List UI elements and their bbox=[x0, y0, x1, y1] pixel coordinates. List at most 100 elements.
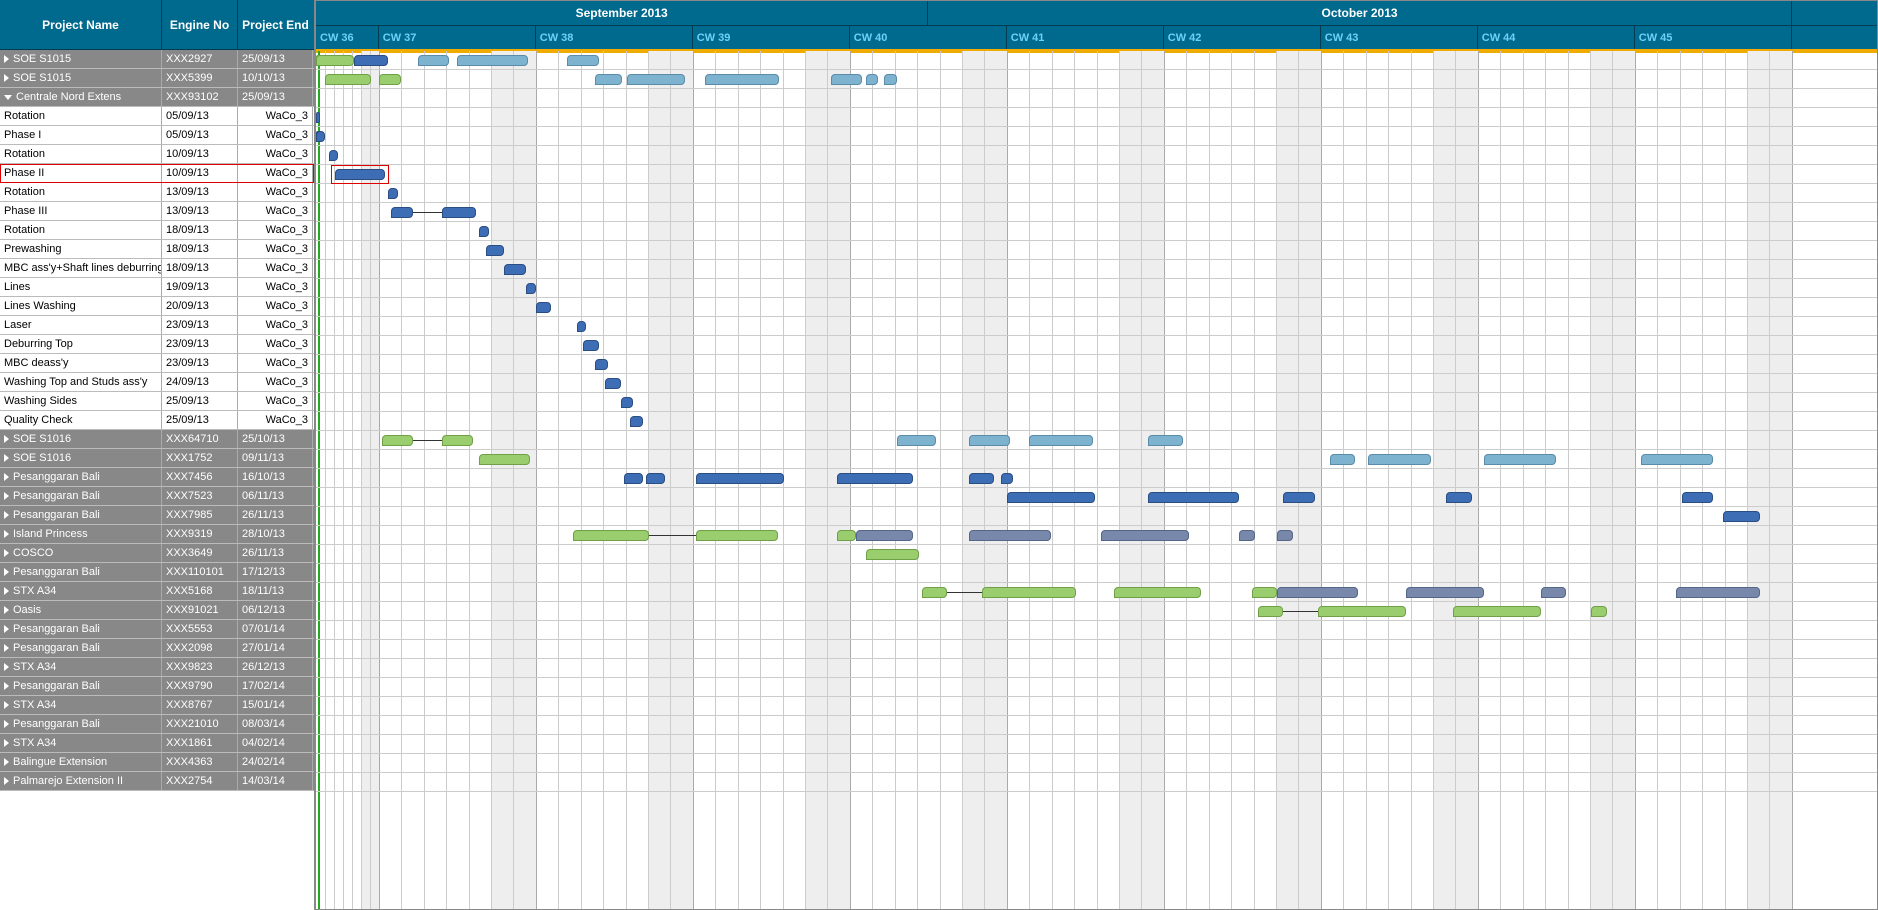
gantt-bar[interactable] bbox=[595, 74, 622, 85]
collapsed-icon[interactable] bbox=[4, 720, 9, 728]
gantt-bar[interactable] bbox=[897, 435, 936, 446]
project-row[interactable]: Palmarejo Extension IIXXX275414/03/14 bbox=[0, 772, 314, 791]
gantt-bar[interactable] bbox=[866, 549, 919, 560]
project-row[interactable]: SOE S1016XXX6471025/10/13 bbox=[0, 430, 314, 449]
project-row[interactable]: Island PrincessXXX931928/10/13 bbox=[0, 525, 314, 544]
gantt-bar[interactable] bbox=[621, 397, 634, 408]
project-row[interactable]: Pesanggaran BaliXXX11010117/12/13 bbox=[0, 563, 314, 582]
gantt-bar[interactable] bbox=[316, 55, 354, 66]
gantt-bar[interactable] bbox=[1258, 606, 1283, 617]
gantt-bar[interactable] bbox=[837, 473, 912, 484]
task-row[interactable]: Quality Check25/09/13WaCo_3 bbox=[0, 411, 314, 430]
project-row[interactable]: Pesanggaran BaliXXX752306/11/13 bbox=[0, 487, 314, 506]
gantt-bar[interactable] bbox=[831, 74, 862, 85]
gantt-bar[interactable] bbox=[316, 131, 325, 142]
collapsed-icon[interactable] bbox=[4, 568, 9, 576]
task-row[interactable]: Laser23/09/13WaCo_3 bbox=[0, 316, 314, 335]
gantt-bar[interactable] bbox=[1682, 492, 1713, 503]
gantt-bar[interactable] bbox=[1368, 454, 1431, 465]
task-row[interactable]: Deburring Top23/09/13WaCo_3 bbox=[0, 335, 314, 354]
gantt-bar[interactable] bbox=[969, 473, 994, 484]
gantt-bar[interactable] bbox=[969, 530, 1051, 541]
gantt-bar[interactable] bbox=[630, 416, 643, 427]
gantt-bar[interactable] bbox=[1446, 492, 1471, 503]
gantt-bar[interactable] bbox=[1239, 530, 1255, 541]
gantt-bar[interactable] bbox=[1114, 587, 1202, 598]
gantt-bar[interactable] bbox=[1453, 606, 1541, 617]
gantt-bar[interactable] bbox=[504, 264, 526, 275]
task-row[interactable]: Rotation10/09/13WaCo_3 bbox=[0, 145, 314, 164]
gantt-bar[interactable] bbox=[486, 245, 505, 256]
project-row[interactable]: SOE S1016XXX175209/11/13 bbox=[0, 449, 314, 468]
task-row[interactable]: Phase I05/09/13WaCo_3 bbox=[0, 126, 314, 145]
collapsed-icon[interactable] bbox=[4, 606, 9, 614]
task-row[interactable]: Phase III13/09/13WaCo_3 bbox=[0, 202, 314, 221]
gantt-bar[interactable] bbox=[457, 55, 528, 66]
collapsed-icon[interactable] bbox=[4, 587, 9, 595]
gantt-bar[interactable] bbox=[1723, 511, 1761, 522]
task-row[interactable]: Lines Washing20/09/13WaCo_3 bbox=[0, 297, 314, 316]
collapsed-icon[interactable] bbox=[4, 511, 9, 519]
gantt-bar[interactable] bbox=[1676, 587, 1761, 598]
gantt-bar[interactable] bbox=[1484, 454, 1556, 465]
gantt-bar[interactable] bbox=[329, 150, 338, 161]
project-row[interactable]: Pesanggaran BaliXXX2101008/03/14 bbox=[0, 715, 314, 734]
gantt-bar[interactable] bbox=[335, 169, 385, 180]
collapsed-icon[interactable] bbox=[4, 758, 9, 766]
gantt-bar[interactable] bbox=[325, 74, 371, 85]
project-row[interactable]: STX A34XXX982326/12/13 bbox=[0, 658, 314, 677]
gantt-bar[interactable] bbox=[418, 55, 449, 66]
gantt-bar[interactable] bbox=[536, 302, 552, 313]
gantt-bar[interactable] bbox=[442, 207, 477, 218]
collapsed-icon[interactable] bbox=[4, 492, 9, 500]
project-row[interactable]: SOE S1015XXX292725/09/13 bbox=[0, 50, 314, 69]
task-row[interactable]: Washing Top and Studs ass'y24/09/13WaCo_… bbox=[0, 373, 314, 392]
gantt-bar[interactable] bbox=[479, 454, 529, 465]
gantt-bar[interactable] bbox=[696, 530, 778, 541]
gantt-bar[interactable] bbox=[884, 74, 897, 85]
collapsed-icon[interactable] bbox=[4, 663, 9, 671]
gantt-bar[interactable] bbox=[1283, 492, 1314, 503]
collapsed-icon[interactable] bbox=[4, 682, 9, 690]
gantt-bar[interactable] bbox=[1277, 530, 1293, 541]
collapsed-icon[interactable] bbox=[4, 454, 9, 462]
collapsed-icon[interactable] bbox=[4, 644, 9, 652]
gantt-bar[interactable] bbox=[316, 112, 320, 123]
collapsed-icon[interactable] bbox=[4, 625, 9, 633]
gantt-bar[interactable] bbox=[526, 283, 535, 294]
project-row[interactable]: STX A34XXX876715/01/14 bbox=[0, 696, 314, 715]
gantt-bar[interactable] bbox=[1148, 435, 1183, 446]
gantt-bar[interactable] bbox=[583, 340, 599, 351]
gantt-bar[interactable] bbox=[1318, 606, 1406, 617]
collapsed-icon[interactable] bbox=[4, 739, 9, 747]
project-row[interactable]: STX A34XXX186104/02/14 bbox=[0, 734, 314, 753]
gantt-bar[interactable] bbox=[1101, 530, 1189, 541]
expanded-icon[interactable] bbox=[4, 95, 12, 100]
gantt-bar[interactable] bbox=[1148, 492, 1239, 503]
collapsed-icon[interactable] bbox=[4, 549, 9, 557]
gantt-area[interactable] bbox=[316, 51, 1877, 909]
task-row[interactable]: Prewashing18/09/13WaCo_3 bbox=[0, 240, 314, 259]
gantt-bar[interactable] bbox=[1330, 454, 1355, 465]
col-header-end[interactable]: Project End bbox=[238, 0, 313, 49]
project-row[interactable]: STX A34XXX516818/11/13 bbox=[0, 582, 314, 601]
gantt-bar[interactable] bbox=[573, 530, 648, 541]
gantt-bar[interactable] bbox=[1029, 435, 1093, 446]
task-row[interactable]: Phase II10/09/13WaCo_3 bbox=[0, 164, 314, 183]
collapsed-icon[interactable] bbox=[4, 473, 9, 481]
gantt-bar[interactable] bbox=[595, 359, 608, 370]
gantt-bar[interactable] bbox=[382, 435, 413, 446]
gantt-bar[interactable] bbox=[856, 530, 913, 541]
col-header-name[interactable]: Project Name bbox=[0, 0, 162, 49]
gantt-bar[interactable] bbox=[646, 473, 665, 484]
collapsed-icon[interactable] bbox=[4, 74, 9, 82]
task-row[interactable]: Washing Sides25/09/13WaCo_3 bbox=[0, 392, 314, 411]
gantt-bar[interactable] bbox=[705, 74, 779, 85]
project-row[interactable]: SOE S1015XXX539910/10/13 bbox=[0, 69, 314, 88]
gantt-bar[interactable] bbox=[605, 378, 621, 389]
gantt-bar[interactable] bbox=[388, 188, 397, 199]
gantt-bar[interactable] bbox=[1252, 587, 1277, 598]
gantt-bar[interactable] bbox=[866, 74, 879, 85]
gantt-bar[interactable] bbox=[479, 226, 488, 237]
project-row[interactable]: Pesanggaran BaliXXX798526/11/13 bbox=[0, 506, 314, 525]
